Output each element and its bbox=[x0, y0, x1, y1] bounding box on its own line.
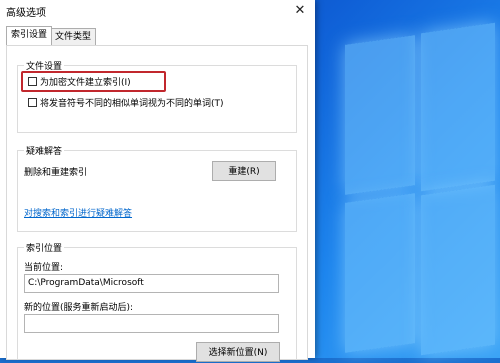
windows-logo bbox=[345, 22, 495, 358]
rebuild-index-text: 删除和重建索引 bbox=[24, 168, 88, 178]
encrypt-checkbox-label: 为加密文件建立索引(I) bbox=[40, 77, 131, 88]
select-new-location-button[interactable]: 选择新位置(N) bbox=[196, 342, 280, 362]
diacritics-checkbox[interactable] bbox=[28, 97, 37, 107]
tab-panel: 文件设置 为加密文件建立索引(I) 将发音符号不同的相似单词视为不同的单词(T)… bbox=[6, 45, 308, 362]
troubleshooting-label: 疑难解答 bbox=[24, 144, 65, 157]
troubleshooting-group: 疑难解答 删除和重建索引 重建(R) 对搜索和索引进行疑难解答 bbox=[17, 144, 297, 232]
diacritics-checkbox-label: 将发音符号不同的相似单词视为不同的单词(T) bbox=[40, 98, 224, 109]
diacritics-checkbox-row[interactable]: 将发音符号不同的相似单词视为不同的单词(T) bbox=[28, 95, 224, 109]
current-location-field: C:\ProgramData\Microsoft bbox=[24, 274, 279, 293]
file-settings-group: 文件设置 为加密文件建立索引(I) 将发音符号不同的相似单词视为不同的单词(T) bbox=[17, 59, 297, 133]
encrypt-checkbox-row[interactable]: 为加密文件建立索引(I) bbox=[28, 74, 131, 88]
title-bar: 高级选项 ✕ bbox=[0, 0, 315, 22]
rebuild-button[interactable]: 重建(R) bbox=[212, 161, 276, 181]
current-location-label: 当前位置: bbox=[24, 263, 64, 273]
index-location-group: 索引位置 当前位置: C:\ProgramData\Microsoft 新的位置… bbox=[17, 241, 297, 362]
encrypt-checkbox[interactable] bbox=[28, 76, 37, 86]
new-location-label: 新的位置(服务重新启动后): bbox=[24, 303, 134, 313]
window-title: 高级选项 bbox=[6, 8, 46, 19]
close-icon[interactable]: ✕ bbox=[285, 0, 315, 22]
troubleshoot-link[interactable]: 对搜索和索引进行疑难解答 bbox=[24, 206, 132, 219]
new-location-field bbox=[24, 314, 279, 333]
advanced-options-dialog: 高级选项 ✕ 索引设置 文件类型 文件设置 为加密文件建立索引(I) 将发音符号… bbox=[0, 0, 315, 362]
tab-file-types[interactable]: 文件类型 bbox=[50, 28, 97, 45]
tab-index-settings[interactable]: 索引设置 bbox=[6, 26, 53, 45]
index-location-label: 索引位置 bbox=[24, 241, 65, 254]
